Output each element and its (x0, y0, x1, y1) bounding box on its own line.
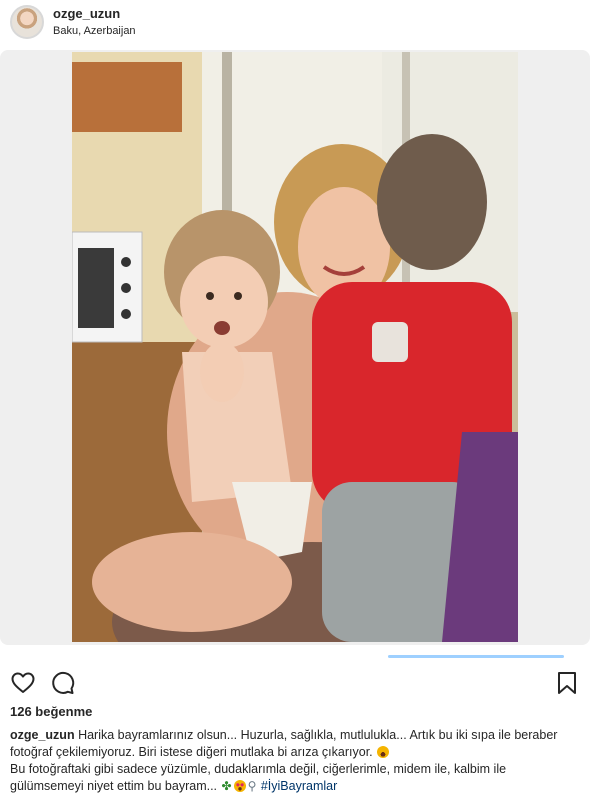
comment-icon[interactable] (50, 670, 76, 696)
caption-username[interactable]: ozge_uzun (10, 728, 75, 742)
avatar[interactable] (10, 5, 44, 39)
caption-hashtag[interactable]: #İyiBayramlar (261, 779, 337, 793)
post-location[interactable]: Baku, Azerbaijan (53, 25, 136, 37)
post-username[interactable]: ozge_uzun (53, 6, 120, 21)
heart-icon[interactable] (10, 670, 36, 696)
bookmark-icon[interactable] (554, 670, 580, 696)
post-header: ozge_uzun Baku, Azerbaijan (0, 0, 590, 48)
magnifying-glass-emoji-icon: ⚲ (247, 779, 257, 793)
photo-illustration (72, 52, 518, 642)
heart-eyes-emoji-icon (233, 780, 246, 792)
action-bar (0, 666, 590, 700)
four-leaf-clover-emoji-icon: ✤ (221, 779, 232, 793)
carousel-indicator (388, 655, 564, 658)
post-photo[interactable] (72, 52, 518, 642)
caption-text-2: Bu fotoğraftaki gibi sadece yüzümle, dud… (10, 762, 507, 793)
post-caption: ozge_uzun Harika bayramlarınız olsun... … (10, 727, 580, 795)
caption-text-1: Harika bayramlarınız olsun... Huzurla, s… (10, 728, 558, 759)
like-count[interactable]: 126 beğenme (10, 704, 92, 719)
grinning-emoji-icon (377, 746, 390, 758)
